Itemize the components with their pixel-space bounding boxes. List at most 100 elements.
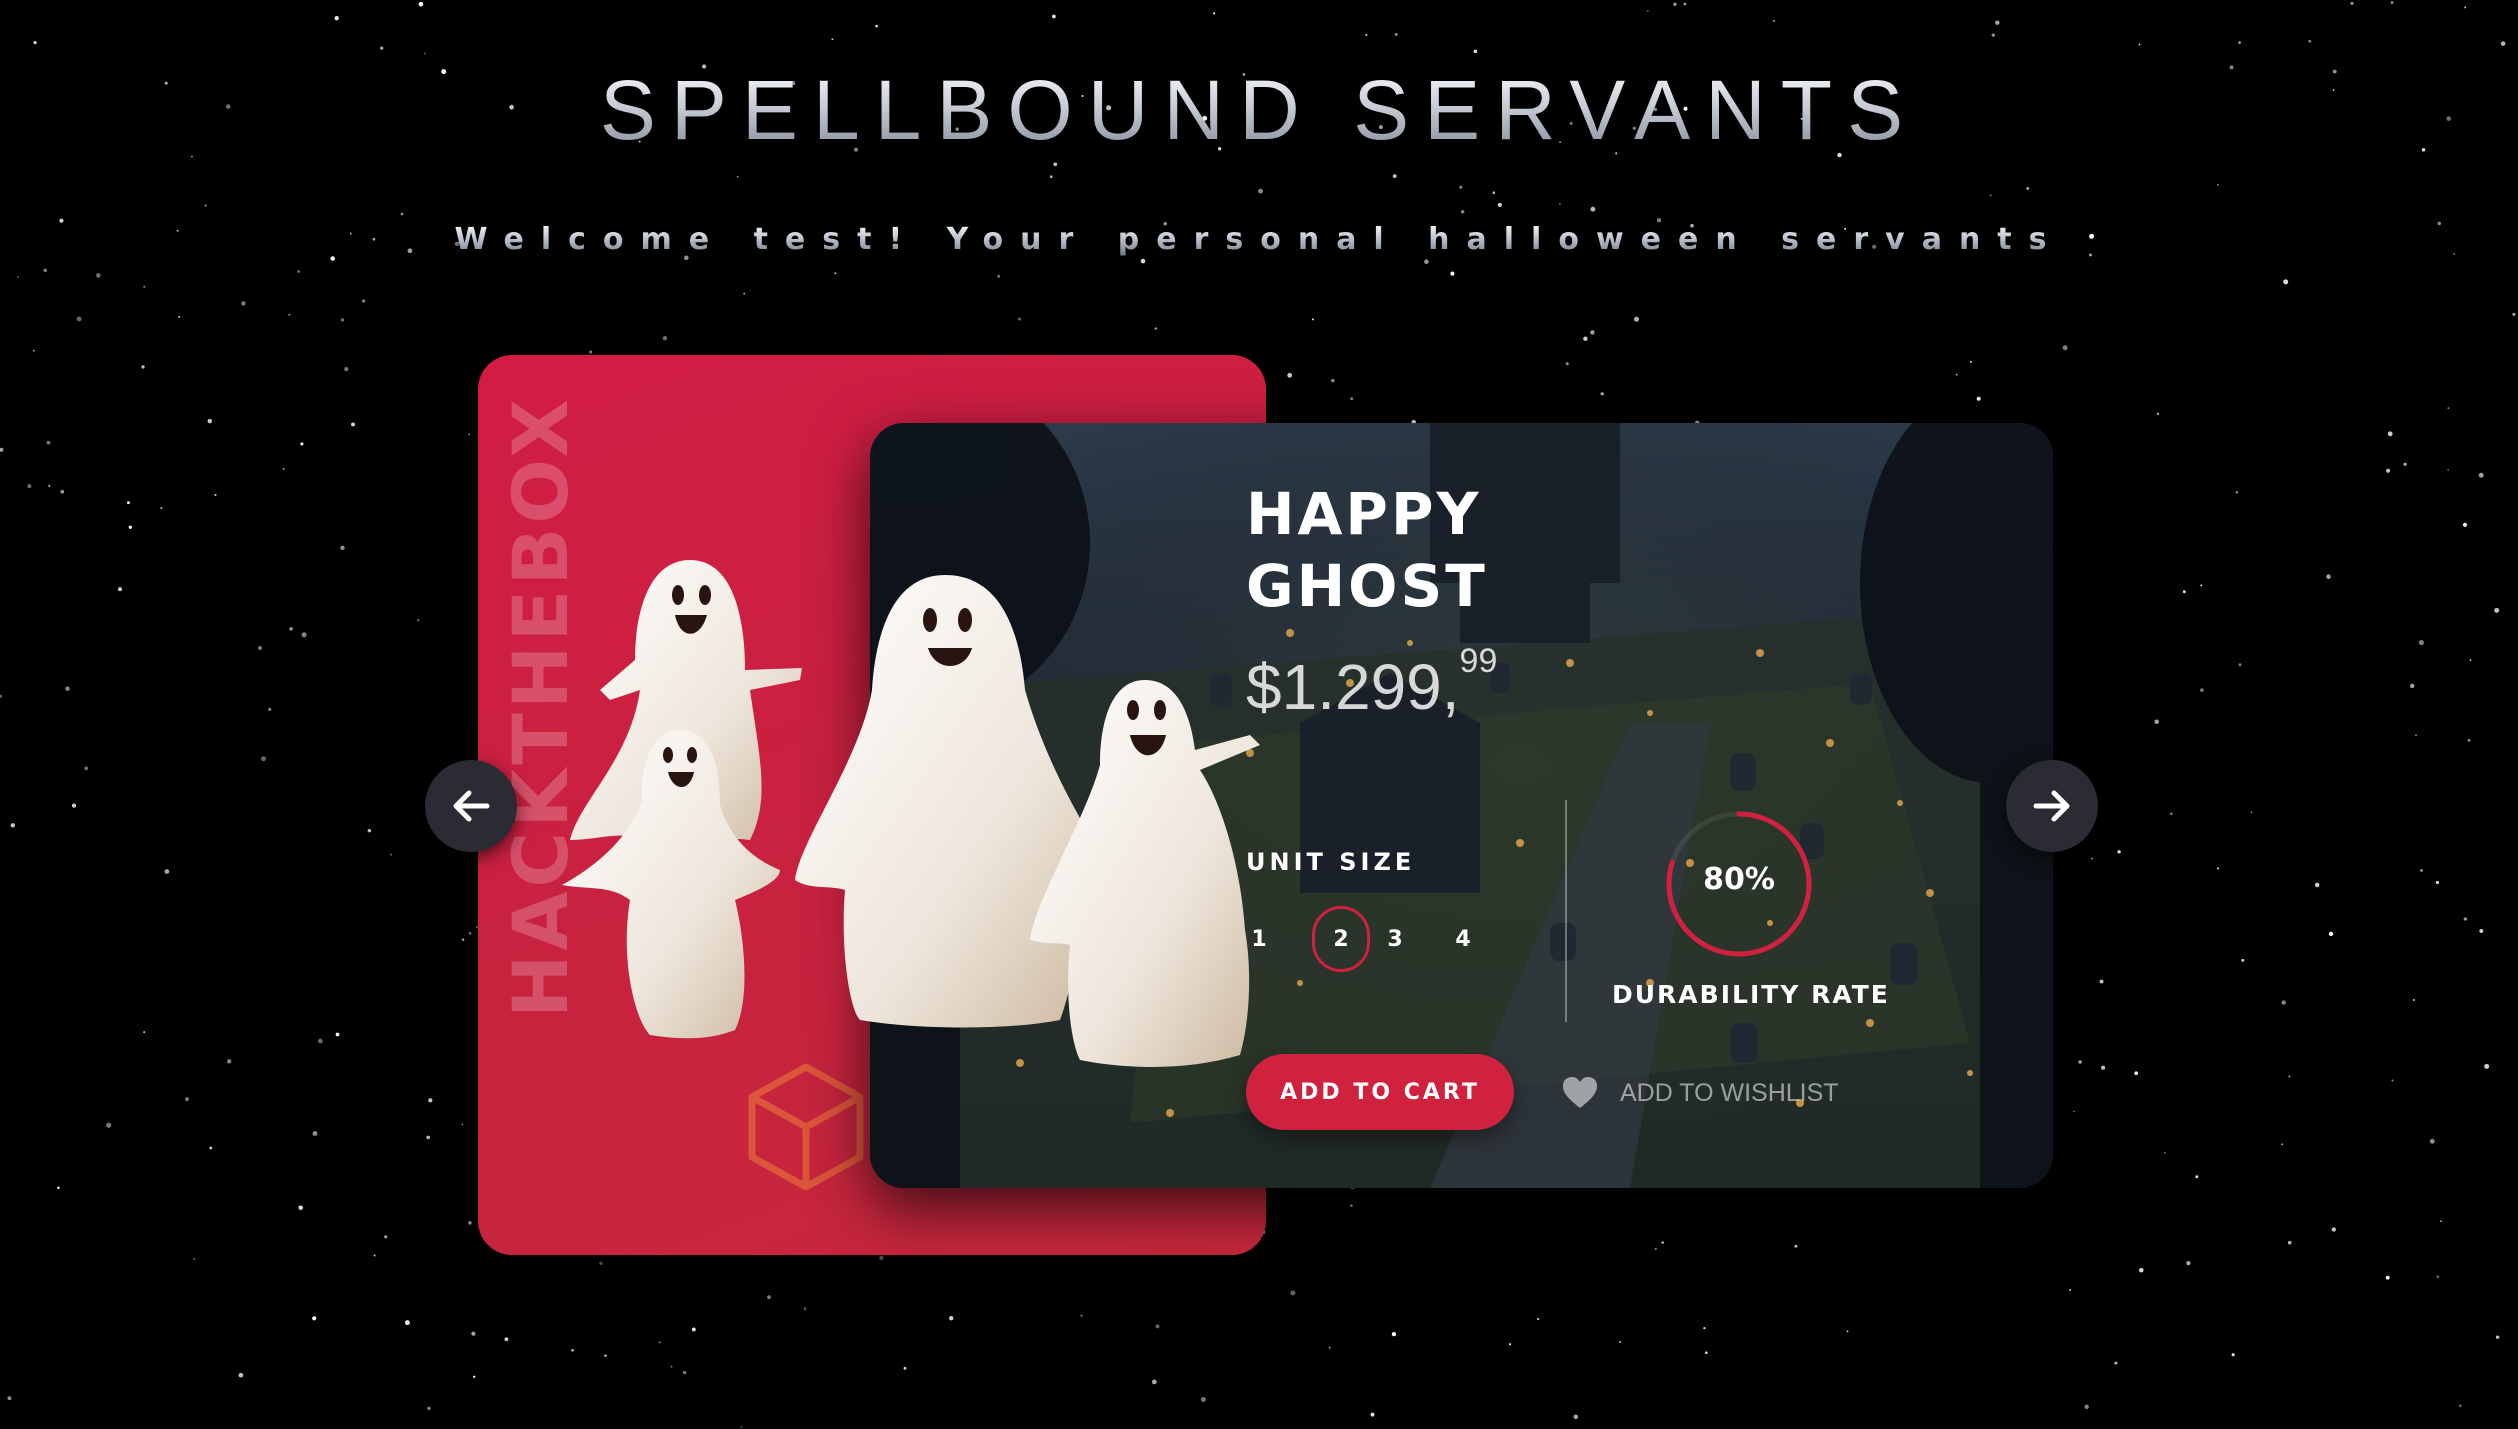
star [10, 823, 15, 828]
star [2469, 659, 2472, 662]
star [2139, 1267, 2144, 1273]
star [2494, 607, 2500, 613]
star [740, 1426, 743, 1428]
previous-button[interactable] [425, 760, 517, 852]
star [1052, 14, 1056, 19]
star [2091, 857, 2093, 860]
star [1155, 1324, 1160, 1329]
star [1955, 373, 1958, 376]
star [1391, 1331, 1397, 1337]
star [1583, 336, 1588, 341]
star [2390, 1, 2394, 4]
star [1683, 2, 1687, 6]
star [2235, 491, 2239, 494]
star [2420, 869, 2423, 872]
star [1053, 162, 1058, 167]
star [2391, 1079, 2394, 1082]
arrow-left-icon [453, 790, 490, 822]
star [1508, 1343, 1512, 1346]
star [2238, 663, 2242, 667]
star [27, 484, 32, 489]
star [1559, 202, 1561, 205]
star [1394, 33, 1398, 36]
star [1673, 2, 1677, 6]
star [241, 301, 246, 306]
next-button[interactable] [2006, 760, 2098, 852]
star [1995, 20, 2000, 25]
star [60, 489, 65, 494]
star [238, 1372, 244, 1378]
star [879, 1255, 884, 1261]
star [2250, 811, 2253, 814]
star [2114, 1361, 2118, 1365]
star [1370, 1412, 1375, 1417]
star [1565, 362, 1569, 366]
product-price: $1.299,99 [1246, 642, 1497, 724]
star [1365, 33, 1368, 37]
star [57, 1186, 60, 1190]
star [1646, 10, 1649, 12]
star [1473, 49, 1478, 54]
star [461, 938, 465, 941]
star [468, 433, 471, 436]
star [2200, 584, 2203, 587]
star [2101, 1065, 2106, 1070]
star [803, 1307, 807, 1310]
size-option-2[interactable]: 2 [1312, 906, 1370, 972]
star [2331, 1227, 2336, 1232]
star [2078, 1060, 2082, 1064]
star [185, 1097, 189, 1102]
star [209, 1146, 213, 1150]
star [834, 272, 837, 275]
star [1350, 1204, 1353, 1207]
star [344, 367, 349, 372]
star [2154, 719, 2159, 724]
arrow-right-icon [2033, 790, 2070, 822]
star [7, 1396, 12, 1401]
star [214, 493, 217, 496]
star [2084, 1404, 2089, 1409]
star [141, 365, 145, 369]
star [504, 1337, 509, 1342]
star [2500, 41, 2506, 46]
star [2238, 41, 2241, 44]
star [178, 315, 181, 318]
star [427, 1406, 431, 1410]
star [2138, 43, 2141, 46]
star [2479, 929, 2484, 933]
star [340, 318, 345, 322]
star [301, 632, 307, 638]
ghost-product-image [562, 560, 1260, 1067]
size-option-1[interactable]: 1 [1230, 906, 1288, 972]
star [84, 766, 89, 771]
star [670, 1365, 673, 1368]
star [571, 1348, 574, 1352]
heart-icon [1563, 1077, 1597, 1108]
star [875, 24, 878, 28]
star [143, 1031, 146, 1034]
star [2467, 738, 2471, 742]
star [1492, 191, 1496, 194]
star [1140, 258, 1146, 264]
star [428, 1098, 433, 1103]
star [298, 1205, 303, 1210]
star [318, 1038, 323, 1044]
star [683, 1371, 687, 1375]
star [1600, 392, 1604, 396]
star [160, 506, 163, 510]
star [0, 447, 4, 452]
star [2463, 917, 2467, 921]
star [164, 869, 170, 874]
add-to-wishlist-link[interactable]: ADD TO WISHLIST [1562, 1070, 1839, 1116]
star [2241, 958, 2245, 962]
size-option-3[interactable]: 3 [1366, 906, 1424, 972]
star [736, 175, 739, 178]
star [2440, 1220, 2442, 1222]
star [767, 1295, 771, 1299]
product-name-line1: HAPPY [1246, 480, 1482, 548]
add-to-cart-button[interactable]: ADD TO CART [1246, 1054, 1514, 1130]
star [426, 1135, 431, 1140]
star [1989, 194, 1992, 197]
star [2418, 640, 2424, 646]
size-option-4[interactable]: 4 [1434, 906, 1492, 972]
